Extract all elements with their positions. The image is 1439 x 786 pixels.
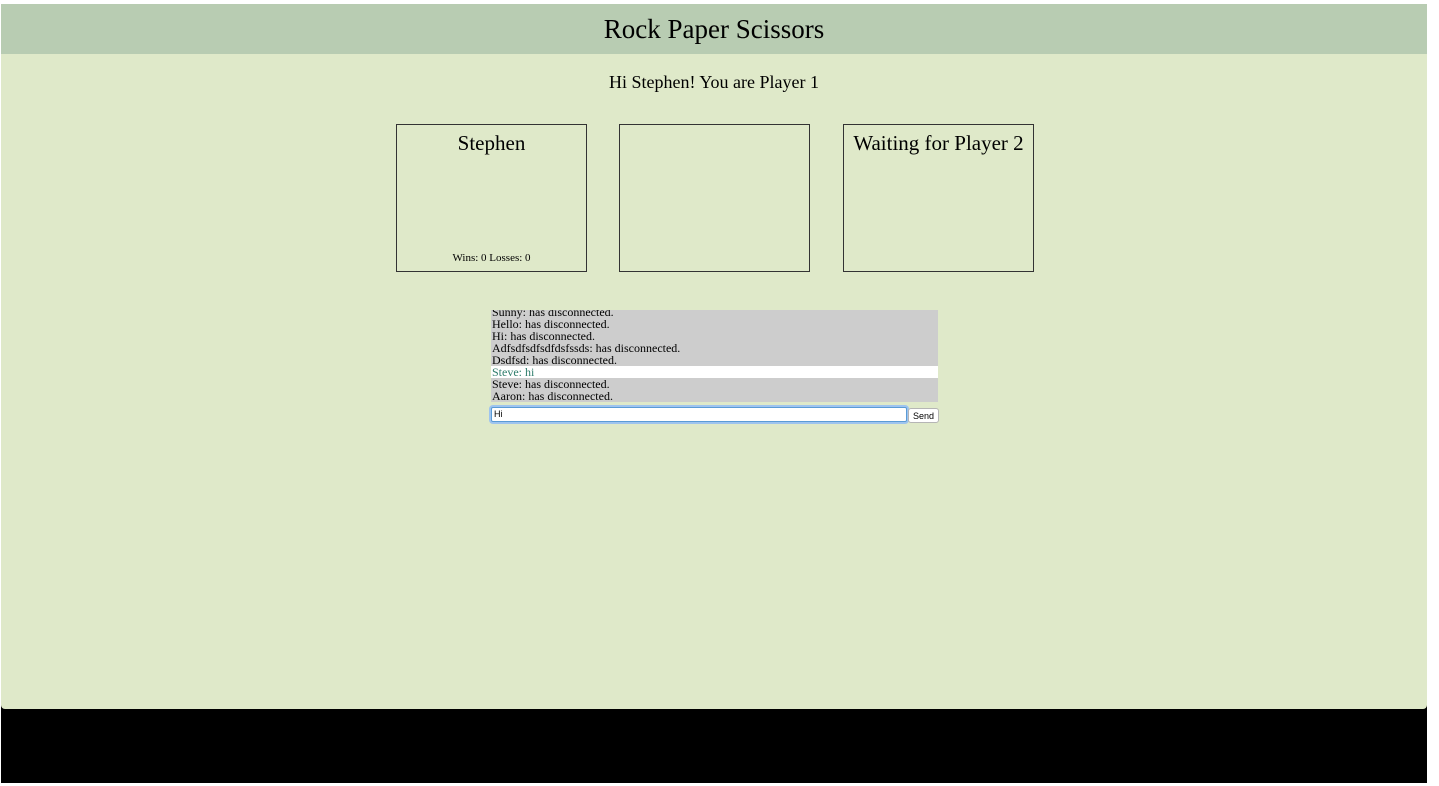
chat-log[interactable]: Sunny: has disconnected. Hello: has disco… — [491, 310, 938, 402]
chat-input[interactable] — [491, 407, 907, 422]
chat-message: Aaron: has disconnected. — [492, 389, 613, 402]
result-panel — [619, 124, 810, 272]
game-page: Rock Paper Scissors Hi Stephen! You are … — [1, 4, 1427, 709]
page-title: Rock Paper Scissors — [603, 14, 825, 44]
header-bar: Rock Paper Scissors — [1, 4, 1427, 54]
player1-record: Wins: 0 Losses: 0 — [452, 252, 531, 264]
send-button[interactable]: Send — [908, 408, 939, 423]
chat-message: Dsdfsd: has disconnected. — [492, 353, 617, 367]
browser-viewport: Rock Paper Scissors Hi Stephen! You are … — [1, 4, 1427, 783]
chat-messages: Sunny: has disconnected. Hello: has disco… — [491, 310, 938, 402]
player2-name: Waiting for Player 2 — [853, 131, 1024, 155]
player-greeting: Hi Stephen! You are Player 1 — [609, 72, 819, 92]
player1-panel: Stephen Wins: 0 Losses: 0 — [396, 124, 587, 272]
player1-name: Stephen — [457, 131, 526, 155]
player2-panel: Waiting for Player 2 — [843, 124, 1034, 272]
